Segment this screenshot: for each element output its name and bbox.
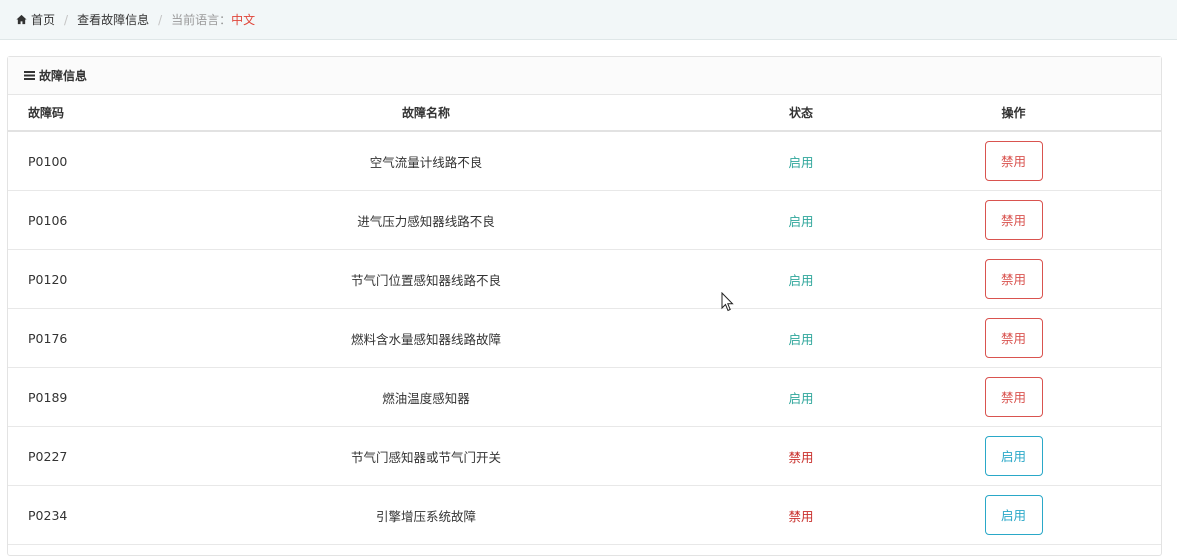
fault-name: 燃料含水量感知器线路故障: [176, 308, 676, 368]
fault-code: P0227: [8, 426, 176, 486]
table-row: P0100 空气流量计线路不良 启用 禁用: [8, 131, 1161, 191]
table-row: P0227 节气门感知器或节气门开关 禁用 启用: [8, 426, 1161, 486]
disable-button[interactable]: 禁用: [984, 377, 1043, 417]
fault-code: P0234: [8, 485, 176, 545]
fault-code: P0176: [8, 308, 176, 368]
fault-table: 故障码 故障名称 状态 操作 P0100 空气流量计线路不良 启用 禁用 P01…: [8, 95, 1161, 545]
fault-status: 启用: [676, 308, 926, 368]
fault-code: P0120: [8, 249, 176, 309]
fault-status: 启用: [676, 367, 926, 427]
table-row: P0106 进气压力感知器线路不良 启用 禁用: [8, 190, 1161, 250]
breadcrumb: 首页 / 查看故障信息 / 当前语言： 中文: [0, 0, 1177, 40]
fault-status: 启用: [676, 131, 926, 191]
disable-button[interactable]: 禁用: [984, 259, 1043, 299]
disable-button[interactable]: 禁用: [984, 141, 1043, 181]
fault-name: 节气门位置感知器线路不良: [176, 249, 676, 309]
fault-code: P0100: [8, 131, 176, 191]
fault-name: 进气压力感知器线路不良: [176, 190, 676, 250]
panel-title: 故障信息: [39, 69, 88, 83]
home-icon: [16, 14, 27, 25]
table-row: P0120 节气门位置感知器线路不良 启用 禁用: [8, 249, 1161, 309]
table-row: P0176 燃料含水量感知器线路故障 启用 禁用: [8, 308, 1161, 368]
fault-status: 禁用: [676, 426, 926, 486]
header-fault-code: 故障码: [8, 95, 176, 132]
breadcrumb-home-label: 首页: [31, 13, 56, 27]
header-fault-name: 故障名称: [176, 95, 676, 132]
header-action: 操作: [926, 95, 1161, 132]
fault-info-panel: 故障信息 故障码 故障名称 状态 操作 P0100 空气流量计线路不良 启用 禁…: [7, 56, 1162, 556]
fault-status: 禁用: [676, 485, 926, 545]
fault-code: P0189: [8, 367, 176, 427]
panel-heading: 故障信息: [8, 57, 1161, 95]
breadcrumb-home[interactable]: 首页: [16, 11, 55, 28]
breadcrumb-separator: /: [158, 12, 163, 27]
enable-button[interactable]: 启用: [984, 495, 1043, 535]
header-status: 状态: [676, 95, 926, 132]
fault-name: 空气流量计线路不良: [176, 131, 676, 191]
mouse-cursor-icon: [721, 292, 734, 312]
table-row: P0234 引擎增压系统故障 禁用 启用: [8, 485, 1161, 545]
table-header-row: 故障码 故障名称 状态 操作: [8, 95, 1161, 132]
fault-status: 启用: [676, 190, 926, 250]
fault-status: 启用: [676, 249, 926, 309]
fault-name: 燃油温度感知器: [176, 367, 676, 427]
fault-name: 引擎增压系统故障: [176, 485, 676, 545]
fault-name: 节气门感知器或节气门开关: [176, 426, 676, 486]
language-label: 当前语言：: [171, 13, 232, 27]
fault-code: P0106: [8, 190, 176, 250]
disable-button[interactable]: 禁用: [984, 318, 1043, 358]
breadcrumb-separator: /: [64, 12, 69, 27]
language-value: 中文: [231, 13, 256, 27]
table-row: P0189 燃油温度感知器 启用 禁用: [8, 367, 1161, 427]
breadcrumb-current-page[interactable]: 查看故障信息: [77, 11, 149, 28]
enable-button[interactable]: 启用: [984, 436, 1043, 476]
bars-icon: [24, 71, 35, 80]
disable-button[interactable]: 禁用: [984, 200, 1043, 240]
